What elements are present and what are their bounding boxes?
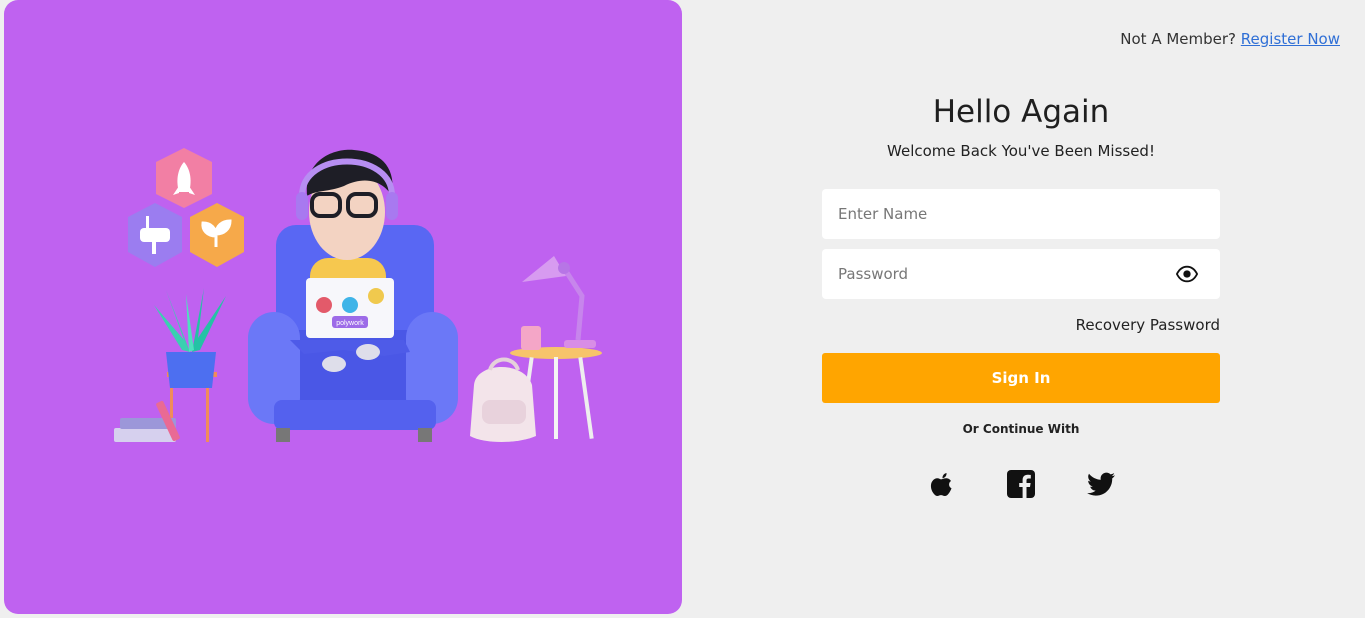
login-panel: Not A Member? Register Now Hello Again W… (682, 0, 1365, 618)
laptop-sticker-text: polywork (336, 320, 364, 327)
sign-in-button[interactable]: Sign In (822, 353, 1220, 403)
recovery-password-link[interactable]: Recovery Password (1076, 316, 1220, 334)
page-title: Hello Again (932, 94, 1110, 130)
password-input[interactable] (822, 249, 1220, 299)
register-now-link[interactable]: Register Now (1241, 30, 1340, 48)
eye-icon[interactable] (1176, 265, 1198, 283)
facebook-icon[interactable] (1005, 468, 1037, 500)
register-prompt: Not A Member? Register Now (1120, 30, 1340, 48)
page-subtitle: Welcome Back You've Been Missed! (887, 142, 1155, 160)
rocket-badge-icon (156, 148, 212, 208)
workspace-illustration: polywork (114, 148, 602, 442)
not-member-text: Not A Member? (1120, 30, 1237, 48)
twitter-icon[interactable] (1085, 468, 1117, 500)
password-field-wrapper (822, 249, 1220, 299)
backpack-illustration (470, 357, 536, 442)
continue-with-label: Or Continue With (962, 422, 1080, 436)
mailbox-badge-icon (128, 203, 182, 267)
illustration-panel: polywork (4, 0, 682, 614)
name-input[interactable] (822, 189, 1220, 239)
apple-icon[interactable] (925, 468, 957, 500)
sprout-badge-icon (190, 203, 244, 267)
name-field-wrapper (822, 189, 1220, 239)
